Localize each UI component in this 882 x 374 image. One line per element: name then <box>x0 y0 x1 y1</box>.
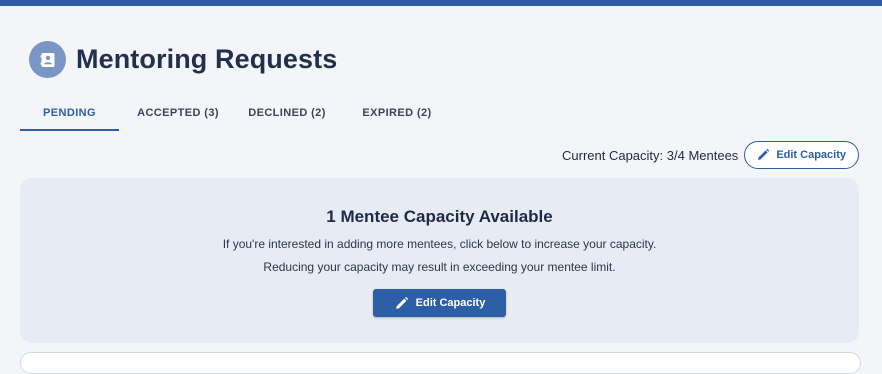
tab-accepted[interactable]: ACCEPTED (3) <box>119 96 237 130</box>
capacity-available-title: 1 Mentee Capacity Available <box>326 207 553 226</box>
request-tabs: PENDING ACCEPTED (3) DECLINED (2) EXPIRE… <box>20 96 457 131</box>
pencil-icon <box>758 148 770 160</box>
edit-capacity-button-label: Edit Capacity <box>415 297 486 309</box>
next-request-card <box>20 352 861 374</box>
tab-declined[interactable]: DECLINED (2) <box>237 96 337 130</box>
edit-capacity-outline-button[interactable]: Edit Capacity <box>744 141 859 169</box>
contact-card-icon <box>29 41 66 78</box>
capacity-row: Current Capacity: 3/4 Mentees Edit Capac… <box>562 141 859 169</box>
page-title: Mentoring Requests <box>76 44 338 74</box>
top-accent-bar <box>0 0 882 6</box>
pencil-icon <box>395 296 408 309</box>
edit-capacity-button[interactable]: Edit Capacity <box>373 289 506 317</box>
capacity-warning-line: Reducing your capacity may result in exc… <box>263 260 616 274</box>
capacity-available-card: 1 Mentee Capacity Available If you're in… <box>20 178 859 343</box>
capacity-info-line: If you're interested in adding more ment… <box>222 237 657 251</box>
current-capacity-text: Current Capacity: 3/4 Mentees <box>562 147 739 163</box>
tab-pending[interactable]: PENDING <box>20 96 119 131</box>
edit-capacity-label: Edit Capacity <box>776 149 846 161</box>
page-header: Mentoring Requests <box>29 41 337 78</box>
tab-expired[interactable]: EXPIRED (2) <box>337 96 457 130</box>
